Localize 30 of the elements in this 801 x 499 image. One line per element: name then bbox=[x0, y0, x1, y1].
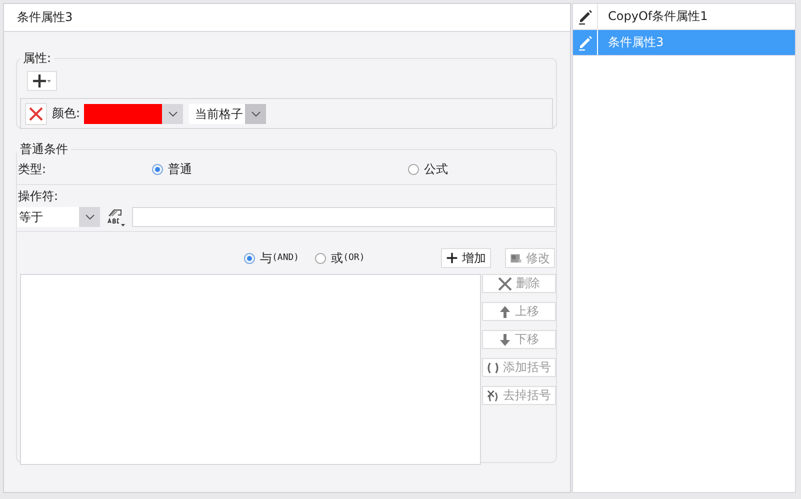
add-button[interactable]: 增加 bbox=[441, 248, 491, 268]
group-legend: 普通条件 bbox=[17, 141, 71, 158]
value-input[interactable] bbox=[132, 207, 555, 227]
type-radio[interactable]: 公式 bbox=[408, 160, 448, 178]
color-dropdown[interactable] bbox=[84, 104, 184, 124]
chevron-down-icon bbox=[84, 214, 94, 220]
logic-radio[interactable]: 或(OR) bbox=[315, 250, 365, 266]
operator-dropdown[interactable]: 等于 bbox=[17, 207, 100, 227]
plus-icon bbox=[446, 251, 458, 265]
remove-parentheses-icon bbox=[487, 388, 499, 402]
remove-attribute-button[interactable] bbox=[25, 102, 47, 124]
scope-dropdown[interactable]: 当前格子 bbox=[189, 104, 266, 124]
pencil-icon bbox=[577, 8, 593, 24]
color-label: 颜色: bbox=[52, 105, 80, 122]
arrow-down-icon bbox=[499, 332, 511, 346]
value-type-button[interactable] bbox=[105, 207, 127, 227]
type-radio[interactable]: 普通 bbox=[152, 160, 192, 178]
parentheses-icon bbox=[487, 362, 499, 374]
group-legend: 属性: bbox=[20, 50, 54, 67]
logic-radio[interactable]: 与(AND) bbox=[244, 250, 300, 266]
chevron-down-icon bbox=[168, 110, 178, 116]
arrow-up-icon bbox=[499, 304, 511, 318]
abc-icon bbox=[106, 207, 126, 227]
close-icon bbox=[498, 276, 512, 290]
operator-label: 操作符: bbox=[18, 188, 60, 205]
type-label: 类型: bbox=[18, 160, 48, 178]
add-attribute-button[interactable] bbox=[27, 71, 57, 91]
pencil-icon bbox=[577, 34, 593, 50]
chevron-down-icon bbox=[250, 110, 261, 116]
dialog-title: 条件属性3 bbox=[17, 9, 73, 26]
